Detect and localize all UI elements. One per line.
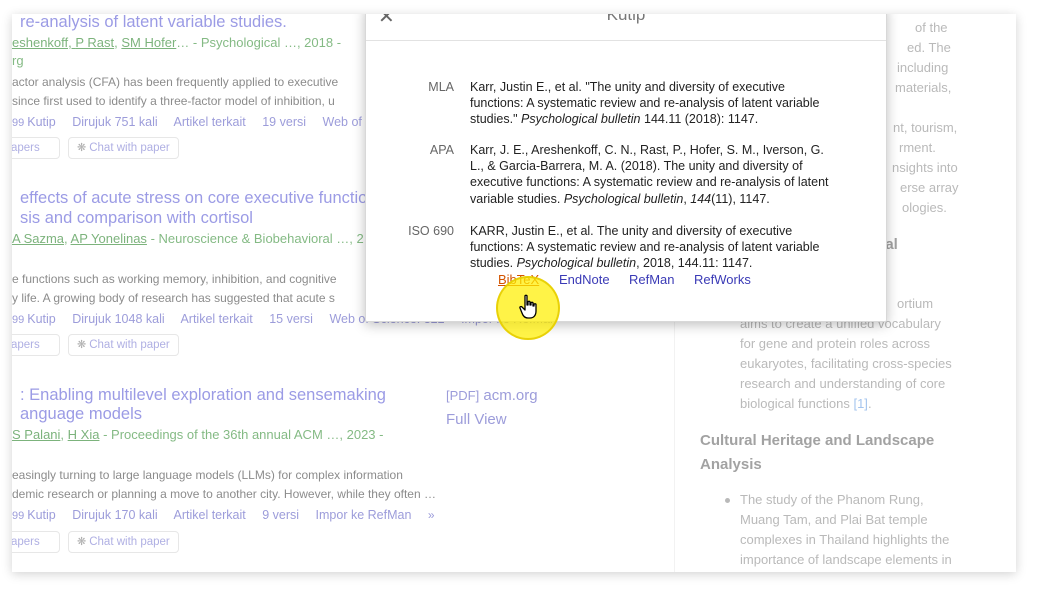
citation-line: Karr, J. E., Areshenkoff, C. N., Rast, P… <box>470 143 824 157</box>
citation-line: L., & Garcia-Barrera, M. A. (2018). The … <box>470 159 803 174</box>
citation-line: studies." Psychological bulletin 144.11 … <box>470 111 860 127</box>
volume-number: 144 <box>690 191 712 206</box>
dialog-title: Kutip <box>606 14 646 24</box>
citation-part: variable studies. <box>470 191 564 206</box>
citation-part: 144.11 (2018): 1147. <box>640 112 759 127</box>
journal-name: Psychological bulletin <box>563 191 684 206</box>
refworks-link[interactable]: RefWorks <box>694 271 751 289</box>
citation-part: (11), 1147. <box>711 191 770 206</box>
citation-text[interactable]: Karr, Justin E., et al. "The unity and d… <box>470 79 860 128</box>
citation-format-label: ISO 690 <box>408 224 454 238</box>
citation-line: studies. Psychological bulletin, 2018, 1… <box>470 255 860 271</box>
citation-line: variable studies. Psychological bulletin… <box>470 191 860 207</box>
citation-line: Karr, Justin E., et al. "The unity and d… <box>470 80 786 94</box>
journal-name: Psychological bulletin <box>516 256 637 271</box>
dialog-header: ✕ Kutip <box>366 14 886 41</box>
refman-link[interactable]: RefMan <box>629 271 675 289</box>
citation-format-label: MLA <box>428 80 454 94</box>
endnote-link[interactable]: EndNote <box>559 271 610 289</box>
citation-line: KARR, Justin E., et al. The unity and di… <box>470 224 793 238</box>
journal-name: Psychological bulletin <box>521 112 641 127</box>
citation-line: functions: A systematic review and re-an… <box>470 96 820 111</box>
hand-cursor-icon <box>519 294 537 319</box>
export-links: BibTeX EndNote RefMan RefWorks <box>366 271 886 295</box>
citation-part: studies." <box>470 112 521 127</box>
citation-part: studies. <box>470 256 517 271</box>
cite-dialog: ✕ Kutip MLA Karr, Justin E., et al. "The… <box>365 14 887 322</box>
citation-text[interactable]: KARR, Justin E., et al. The unity and di… <box>470 223 860 272</box>
citation-part: , 2018, 144.11: 1147. <box>636 256 753 271</box>
citation-text[interactable]: Karr, J. E., Areshenkoff, C. N., Rast, P… <box>470 142 860 207</box>
citation-format-label: APA <box>429 143 454 157</box>
citation-line: executive functions: A systematic review… <box>470 175 829 190</box>
browser-window: re-analysis of latent variable studies. … <box>12 14 1016 572</box>
citation-line: functions: A systematic review and re-an… <box>470 240 820 255</box>
